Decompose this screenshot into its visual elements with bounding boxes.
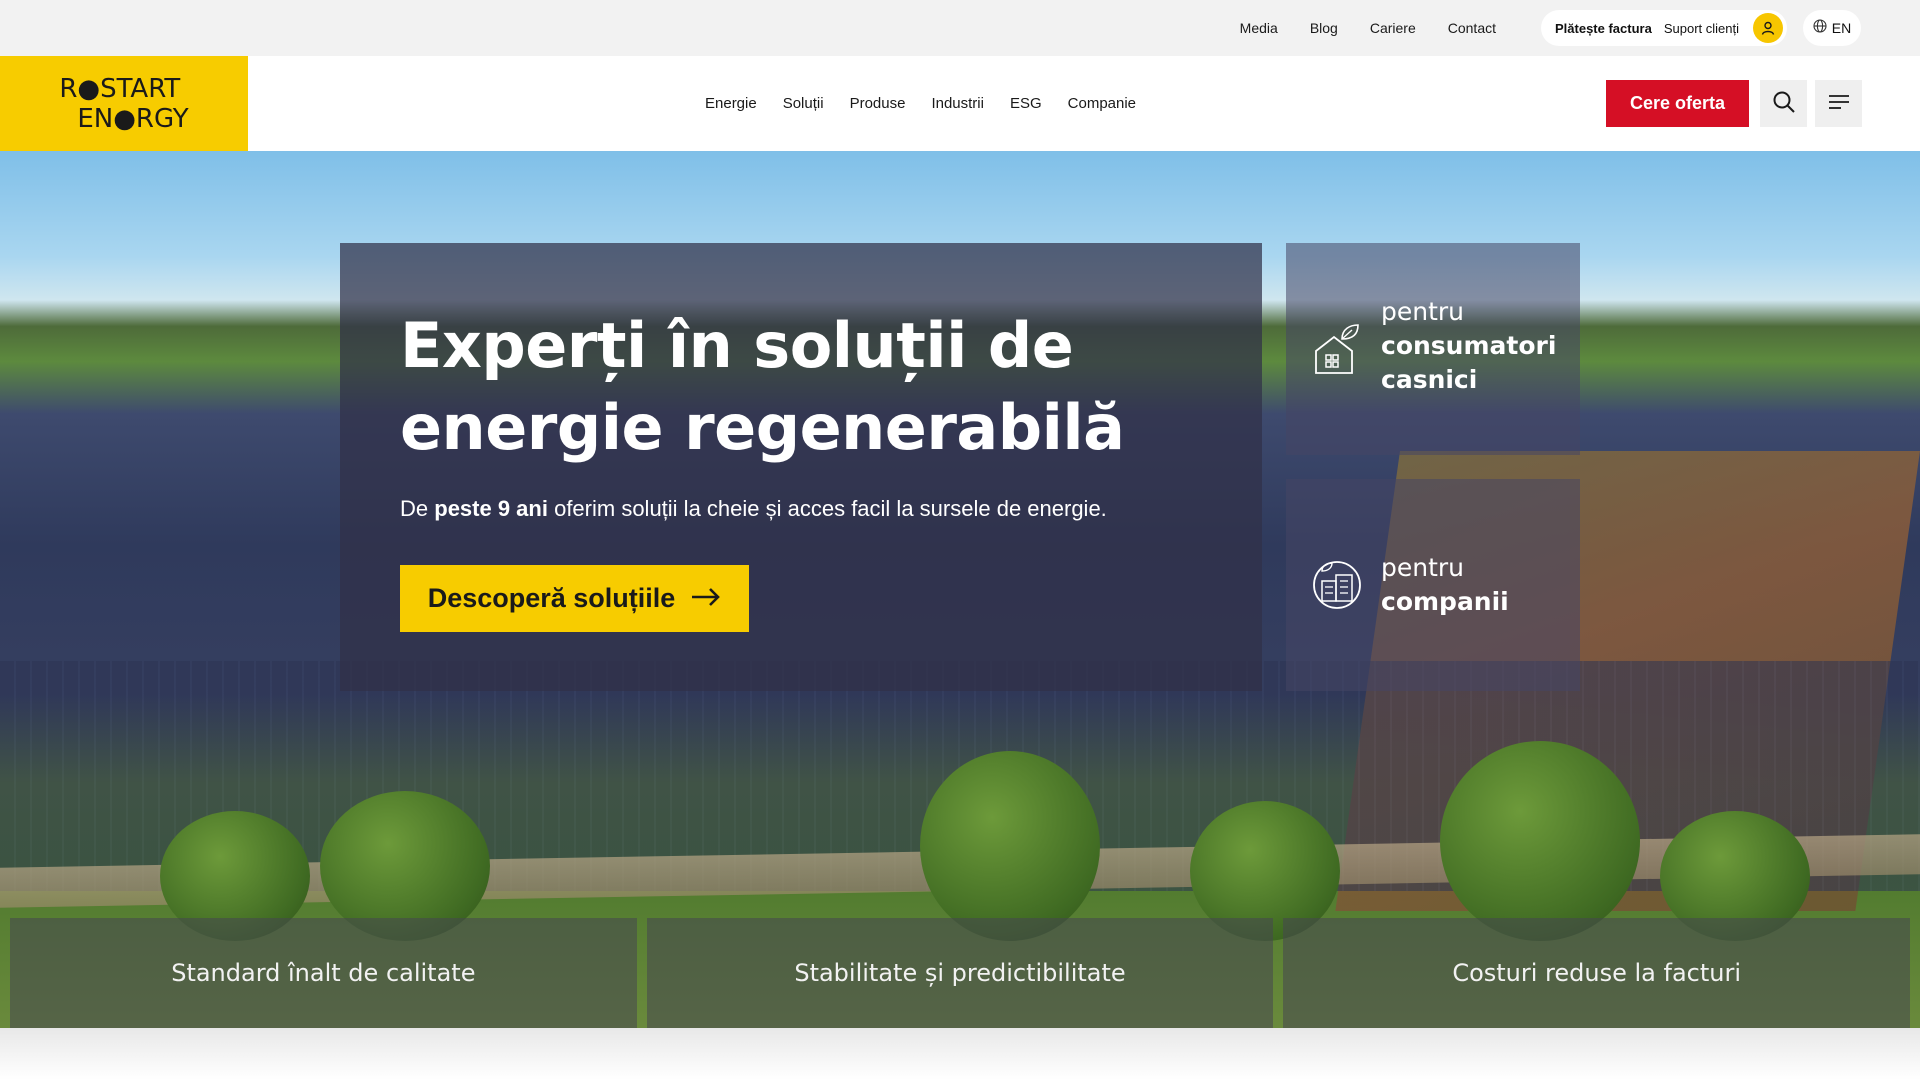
hero-subtitle-rest: oferim soluții la cheie și acces facil l… [547,496,1107,521]
nav-item-produse[interactable]: Produse [837,95,919,112]
utility-link-careers[interactable]: Cariere [1354,20,1432,36]
feature-quality-label: Standard înalt de calitate [171,959,476,987]
search-icon [1772,90,1796,117]
logo-line-1: R●START [59,73,181,104]
utility-link-contact[interactable]: Contact [1432,20,1512,36]
segment-companies-label: pentru companii [1381,551,1509,619]
hero-section: Experți în soluții de energie regenerabi… [0,151,1920,1028]
arrow-right-icon [691,587,721,610]
language-label: EN [1831,20,1852,36]
request-offer-button[interactable]: Cere oferta [1606,80,1749,127]
hero-background-tree [920,751,1100,941]
segment-home-consumers[interactable]: pentru consumatori casnici [1286,243,1580,455]
hero-title: Experți în soluții de energie regenerabi… [400,309,1125,464]
discover-solutions-label: Descoperă soluțiile [427,583,676,613]
feature-stability-label: Stabilitate și predictibilitate [794,959,1126,987]
logo-line-2: EN●RGY [77,103,189,134]
account-pill: Plătește factura Suport clienți [1541,10,1787,46]
feature-quality: Standard înalt de calitate [10,918,637,1028]
segment-home-title-line2: casnici [1381,365,1478,394]
hero-background-tree [1440,741,1640,941]
hero-subtitle-highlight: peste 9 ani [434,496,548,521]
segment-companies[interactable]: pentru companii [1286,479,1580,691]
primary-nav: Energie Soluții Produse Industrii ESG Co… [692,56,1149,151]
nav-item-companie[interactable]: Companie [1055,95,1149,112]
hamburger-menu-icon [1828,94,1850,113]
feature-lower-costs: Costuri reduse la facturi [1283,918,1911,1028]
nav-item-esg[interactable]: ESG [997,95,1055,112]
user-icon[interactable] [1753,13,1783,43]
segment-home-title-line1: consumatori [1381,331,1557,360]
utility-link-blog[interactable]: Blog [1294,20,1354,36]
utility-links: Media Blog Cariere Contact [1224,0,1512,56]
feature-stability: Stabilitate și predictibilitate [646,918,1274,1028]
nav-item-energie[interactable]: Energie [692,95,770,112]
eco-building-icon [1312,559,1362,616]
search-button[interactable] [1760,80,1807,127]
eco-house-icon [1312,321,1360,382]
hero-bottom-shadow [0,1028,1920,1080]
segment-home-label: pentru consumatori casnici [1381,295,1556,397]
feature-lower-costs-label: Costuri reduse la facturi [1452,959,1742,987]
customer-support-link[interactable]: Suport clienți [1664,21,1739,36]
segment-companies-title: companii [1381,587,1509,616]
logo-wordmark: R●START EN●RGY [59,74,188,134]
hero-subtitle: De peste 9 ani oferim soluții la cheie ș… [400,496,1107,522]
utility-link-media[interactable]: Media [1224,20,1294,36]
menu-button[interactable] [1815,80,1862,127]
hero-subtitle-prefix: De [400,496,435,521]
segment-home-prefix: pentru [1381,297,1465,326]
language-switcher[interactable]: EN [1803,10,1861,46]
discover-solutions-button[interactable]: Descoperă soluțiile [400,565,749,632]
hero-card: Experți în soluții de energie regenerabi… [340,243,1262,691]
feature-strip: Standard înalt de calitate Stabilitate ș… [10,918,1911,1028]
segment-companies-prefix: pentru [1381,553,1465,582]
main-header: R●START EN●RGY Energie Soluții Produse I… [0,56,1920,151]
restart-energy-logo[interactable]: R●START EN●RGY [0,56,248,151]
globe-icon [1813,18,1827,38]
nav-item-industrii[interactable]: Industrii [918,95,997,112]
utility-bar: Media Blog Cariere Contact Plătește fact… [0,0,1920,56]
nav-item-solutii[interactable]: Soluții [770,95,837,112]
pay-bill-link[interactable]: Plătește factura [1555,21,1652,36]
